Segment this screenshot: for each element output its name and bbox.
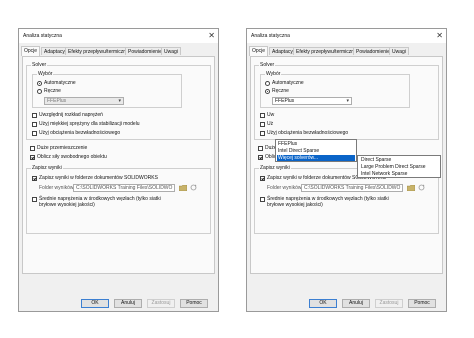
results-folder-path[interactable]: C:\SOLIDWORKS Training Files\SOLIDWO — [301, 184, 403, 192]
solver-group: Solver Wybór Automatyczne Ręczne FFEPlus… — [26, 62, 211, 140]
selection-group-title: Wybór — [37, 71, 54, 77]
radio-automatic-label: Automatyczne — [44, 80, 76, 86]
results-folder-label: Folder wyników — [267, 185, 302, 191]
cancel-button[interactable]: Anuluj — [114, 299, 142, 308]
radio-automatic-label: Automatyczne — [272, 80, 304, 86]
soft-springs-label: Użyj miękkiej sprężyny dla stabilizacji … — [39, 121, 140, 127]
options-panel: Solver Wybór Automatyczne Ręczne FFEPlus… — [22, 56, 215, 274]
title-bar: Analiza statyczna ✕ — [19, 29, 218, 43]
folder-icon[interactable] — [407, 185, 415, 191]
results-folder-label: Folder wyników — [39, 185, 74, 191]
tab-strip: Opcje Adaptacyjne Efekty przepływu/termi… — [21, 46, 216, 56]
solver-select-value: FFEPlus — [47, 98, 67, 104]
analysis-dialog-left: Analiza statyczna ✕ Opcje Adaptacyjne Ef… — [18, 28, 219, 312]
free-body-forces-label: Oblicz siły swobodnego obiektu — [37, 154, 107, 160]
selection-group: Wybór Automatyczne Ręczne FFEPlus ▾ — [260, 71, 410, 108]
checkbox-large-displacement[interactable] — [258, 146, 263, 151]
solver-group-title: Solver — [31, 62, 48, 68]
solver-group-title: Solver — [259, 62, 276, 68]
checkbox-soft-springs[interactable] — [260, 122, 265, 127]
dropdown-item-intel-direct-sparse[interactable]: Intel Direct Sparse — [277, 148, 355, 154]
dropdown-item-ffeplus[interactable]: FFEPlus — [277, 141, 355, 147]
save-results-group: Zapisz wyniki Zapisz wyniki w folderze d… — [26, 165, 211, 234]
tab-flow-thermal[interactable]: Efekty przepływu/termiczne — [65, 47, 132, 55]
inertial-relief-label: Użyj obciążenia bezwładnościowego — [39, 130, 121, 136]
cancel-button[interactable]: Anuluj — [342, 299, 370, 308]
large-displacement-label: Duże przemieszczenie — [37, 145, 88, 151]
analysis-dialog-right: Analiza statyczna ✕ Opcje Adaptacyjne Ef… — [246, 28, 447, 312]
tab-notification[interactable]: Powiadomienie — [125, 47, 165, 55]
close-button[interactable]: ✕ — [436, 31, 443, 40]
checkbox-inertial-relief[interactable] — [32, 131, 37, 136]
checkbox-stress-distribution[interactable] — [32, 113, 37, 118]
checkbox-save-in-folder[interactable] — [32, 176, 37, 181]
help-button[interactable]: Pomoc — [408, 299, 436, 308]
title-bar: Analiza statyczna ✕ — [247, 29, 446, 43]
solver-dropdown-list: FFEPlus Intel Direct Sparse Więcej solve… — [275, 139, 357, 162]
radio-manual[interactable] — [265, 89, 270, 94]
selection-group: Wybór Automatyczne Ręczne FFEPlus ▾ — [32, 71, 182, 108]
save-results-title: Zapisz wyniki — [259, 165, 291, 171]
folder-icon[interactable] — [179, 185, 187, 191]
tab-options[interactable]: Opcje — [21, 46, 41, 56]
checkbox-large-displacement[interactable] — [30, 146, 35, 151]
results-folder-path[interactable]: C:\SOLIDWORKS Training Files\SOLIDWO — [73, 184, 175, 192]
radio-automatic[interactable] — [265, 81, 270, 86]
radio-manual[interactable] — [37, 89, 42, 94]
solver-select[interactable]: FFEPlus ▾ — [44, 97, 124, 105]
apply-button[interactable]: Zastosuj — [147, 299, 175, 308]
dialog-title: Analiza statyczna — [23, 33, 62, 39]
refresh-icon[interactable] — [190, 184, 197, 191]
submenu-item-intel-network-sparse[interactable]: Intel Network Sparse — [361, 171, 407, 177]
selection-group-title: Wybór — [265, 71, 282, 77]
save-in-folder-label: Zapisz wyniki w folderze dokumentów SOLI… — [39, 175, 158, 181]
checkbox-average-stress[interactable] — [260, 197, 265, 202]
chevron-down-icon: ▾ — [346, 98, 349, 104]
checkbox-soft-springs[interactable] — [32, 122, 37, 127]
checkbox-free-body-forces[interactable] — [258, 155, 263, 160]
dialog-title: Analiza statyczna — [251, 33, 290, 39]
tab-notes[interactable]: Uwagi — [389, 47, 409, 55]
inertial-relief-label: Użyj obciążenia bezwładnościowego — [267, 130, 349, 136]
ok-button[interactable]: OK — [309, 299, 337, 308]
checkbox-save-in-folder[interactable] — [260, 176, 265, 181]
more-solvers-submenu: Direct Sparse Large Problem Direct Spars… — [357, 155, 441, 178]
solver-select-value: FFEPlus — [275, 98, 295, 104]
radio-manual-label: Ręczne — [44, 88, 61, 94]
checkbox-average-stress[interactable] — [32, 197, 37, 202]
stress-distribution-label: Uw — [267, 112, 275, 118]
solver-group: Solver Wybór Automatyczne Ręczne FFEPlus… — [254, 62, 439, 140]
tab-notes[interactable]: Uwagi — [161, 47, 181, 55]
help-button[interactable]: Pomoc — [180, 299, 208, 308]
average-stress-label: Średnie naprężenia w środkowych węzłach … — [267, 196, 389, 208]
checkbox-inertial-relief[interactable] — [260, 131, 265, 136]
stress-distribution-label: Uwzględnij rozkład naprężeń — [39, 112, 103, 118]
average-stress-label: Średnie naprężenia w środkowych węzłach … — [39, 196, 161, 208]
refresh-icon[interactable] — [418, 184, 425, 191]
close-button[interactable]: ✕ — [208, 31, 215, 40]
apply-button[interactable]: Zastosuj — [375, 299, 403, 308]
soft-springs-label: Uż — [267, 121, 274, 127]
checkbox-stress-distribution[interactable] — [260, 113, 265, 118]
radio-manual-label: Ręczne — [272, 88, 289, 94]
save-results-title: Zapisz wyniki — [31, 165, 63, 171]
checkbox-free-body-forces[interactable] — [30, 155, 35, 160]
tab-notification[interactable]: Powiadomienie — [353, 47, 393, 55]
solver-select[interactable]: FFEPlus ▾ — [272, 97, 352, 105]
submenu-item-direct-sparse[interactable]: Direct Sparse — [361, 157, 391, 163]
submenu-item-large-problem-direct-sparse[interactable]: Large Problem Direct Sparse — [361, 164, 425, 170]
chevron-down-icon: ▾ — [118, 98, 121, 104]
radio-automatic[interactable] — [37, 81, 42, 86]
ok-button[interactable]: OK — [81, 299, 109, 308]
dropdown-item-more-solvers[interactable]: Więcej solverów... — [277, 155, 355, 161]
tab-strip: Opcje Adaptacyjne Efekty przepływu/termi… — [249, 46, 444, 56]
tab-options[interactable]: Opcje — [249, 46, 269, 56]
tab-flow-thermal[interactable]: Efekty przepływu/termiczne — [293, 47, 360, 55]
